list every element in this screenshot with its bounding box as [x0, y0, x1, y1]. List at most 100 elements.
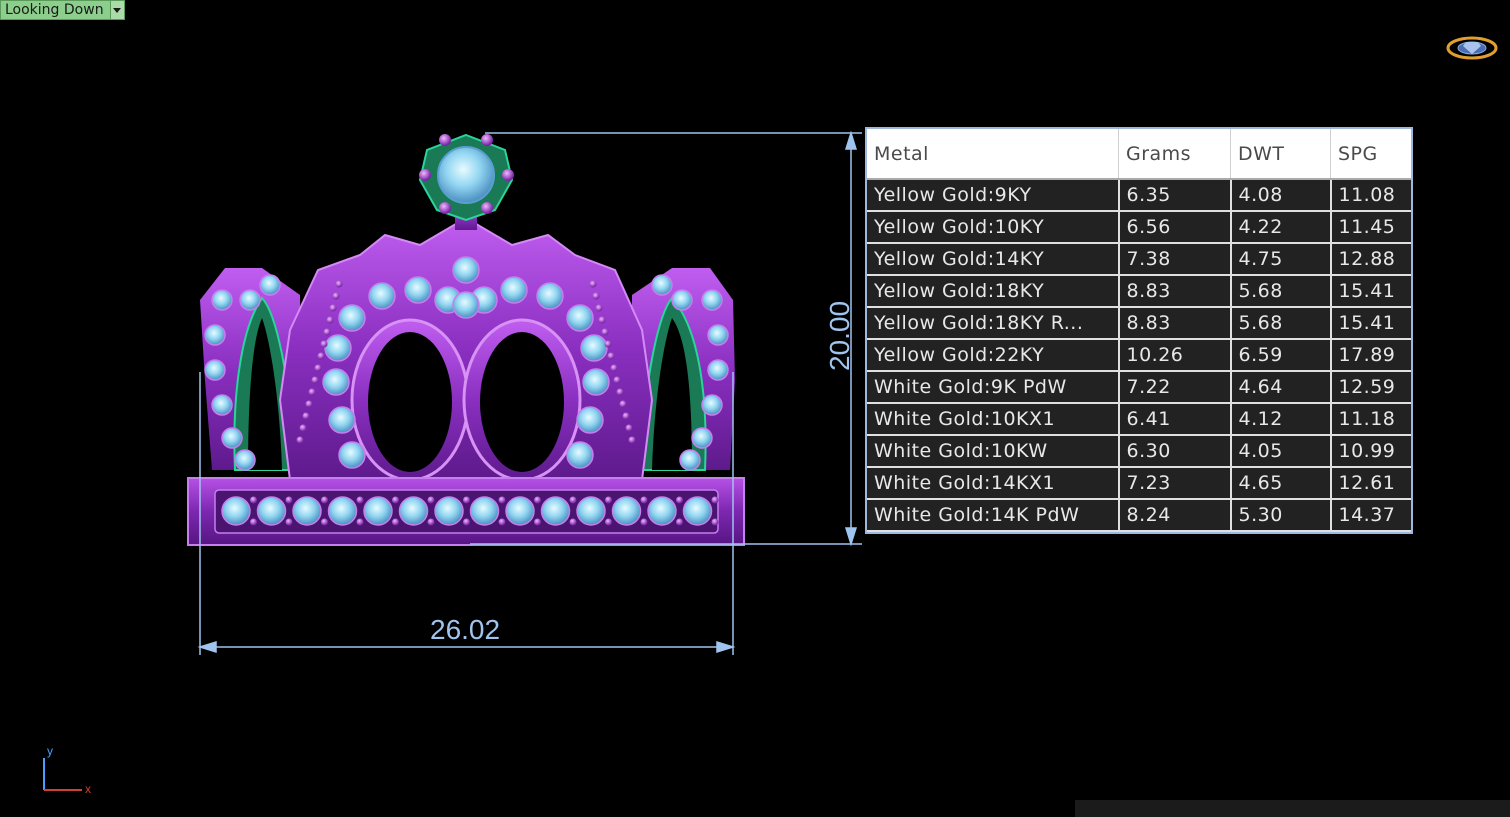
bead	[711, 518, 719, 526]
bead	[607, 352, 615, 360]
cell-metal: Yellow Gold:22KY	[867, 339, 1120, 372]
band-gem	[363, 496, 393, 526]
band-gem	[505, 496, 535, 526]
bead	[610, 364, 618, 372]
cell-grams: 6.30	[1118, 435, 1232, 468]
cell-spg: 12.59	[1330, 371, 1411, 404]
band-gem	[434, 496, 464, 526]
gem-stone	[259, 274, 281, 296]
cell-spg: 10.99	[1330, 435, 1411, 468]
cell-spg: 14.37	[1330, 499, 1411, 532]
gem-stone	[404, 276, 432, 304]
dimension-height-label: 20.00	[824, 300, 855, 372]
gem-stone	[452, 291, 480, 319]
band-gem	[327, 496, 358, 526]
gem-stone	[211, 394, 233, 416]
table-row: White Gold:10KW 6.30 4.05 10.99	[867, 435, 1411, 468]
crown-band	[187, 477, 745, 546]
bead	[595, 304, 603, 312]
cell-metal: White Gold:10KX1	[867, 403, 1120, 436]
bead	[592, 292, 600, 300]
table-header-row: Metal Grams DWT SPG	[867, 129, 1411, 180]
gem-stone	[324, 334, 352, 362]
bead	[250, 518, 257, 526]
bead	[356, 496, 364, 504]
bead	[314, 364, 322, 372]
bead	[534, 496, 541, 504]
bead	[625, 424, 633, 432]
gem-stone	[576, 406, 604, 434]
gem-stone	[580, 334, 608, 362]
band-gem	[576, 496, 606, 526]
table-row: Yellow Gold:22KY 10.26 6.59 17.89	[867, 339, 1411, 372]
bead	[605, 518, 612, 526]
bead	[296, 436, 304, 444]
cell-dwt: 4.75	[1230, 243, 1332, 276]
cell-spg: 15.41	[1330, 275, 1411, 308]
status-strip	[1075, 800, 1510, 817]
bead	[498, 518, 506, 526]
bead	[323, 328, 331, 336]
bead	[311, 376, 319, 384]
gem-stone	[452, 256, 480, 284]
cell-dwt: 4.08	[1230, 179, 1332, 212]
bead	[305, 400, 313, 408]
cell-grams: 6.41	[1118, 403, 1232, 436]
cell-grams: 7.22	[1118, 371, 1232, 404]
bead	[285, 518, 293, 526]
gem-stone	[234, 449, 256, 471]
cad-viewport[interactable]: Looking Down y x 26.02 20.00 Metal Grams…	[0, 0, 1510, 817]
cell-dwt: 4.65	[1230, 467, 1332, 500]
gem-stone	[536, 282, 564, 310]
cell-grams: 6.56	[1118, 211, 1232, 244]
cell-grams: 8.83	[1118, 307, 1232, 340]
bead	[604, 340, 612, 348]
cell-grams: 6.35	[1118, 179, 1232, 212]
gem-stone	[707, 359, 729, 381]
gem-stone	[691, 427, 713, 449]
bead	[317, 352, 325, 360]
gem-stone	[679, 449, 701, 471]
gem-stone	[701, 289, 723, 311]
cell-metal: White Gold:14KX1	[867, 467, 1120, 500]
cell-grams: 10.26	[1118, 339, 1232, 372]
cell-dwt: 5.68	[1230, 307, 1332, 340]
bead	[332, 292, 340, 300]
axis-y-label: y	[47, 744, 53, 758]
gem-stone	[239, 289, 261, 311]
bead	[392, 496, 399, 504]
column-header-spg: SPG	[1330, 129, 1411, 180]
table-row: White Gold:14KX1 7.23 4.65 12.61	[867, 467, 1411, 500]
bead	[329, 304, 337, 312]
gem-ring-icon	[1446, 36, 1498, 60]
bead	[427, 518, 435, 526]
bead	[498, 496, 506, 504]
bead	[711, 496, 719, 504]
bead	[321, 518, 328, 526]
table-row: Yellow Gold:14KY 7.38 4.75 12.88	[867, 243, 1411, 276]
band-gem	[469, 496, 500, 526]
gem-stone	[566, 441, 594, 469]
cell-metal: Yellow Gold:14KY	[867, 243, 1120, 276]
cell-grams: 8.24	[1118, 499, 1232, 532]
bead	[613, 376, 621, 384]
band-gem	[221, 496, 251, 526]
cell-spg: 11.18	[1330, 403, 1411, 436]
cell-dwt: 4.22	[1230, 211, 1332, 244]
cell-grams: 7.23	[1118, 467, 1232, 500]
gem-stone	[582, 368, 610, 396]
bead	[619, 400, 627, 408]
bead	[335, 280, 343, 288]
table-row: White Gold:9K PdW 7.22 4.64 12.59	[867, 371, 1411, 404]
cell-dwt: 5.30	[1230, 499, 1332, 532]
bead	[676, 518, 683, 526]
bead	[640, 496, 648, 504]
cell-metal: Yellow Gold:18KY	[867, 275, 1120, 308]
column-header-grams: Grams	[1118, 129, 1231, 180]
gem-stone	[322, 368, 350, 396]
bead	[326, 316, 334, 324]
band-gem	[292, 496, 322, 526]
cell-spg: 12.61	[1330, 467, 1411, 500]
cell-metal: Yellow Gold:18KY R...	[867, 307, 1120, 340]
gem-stone	[328, 406, 356, 434]
